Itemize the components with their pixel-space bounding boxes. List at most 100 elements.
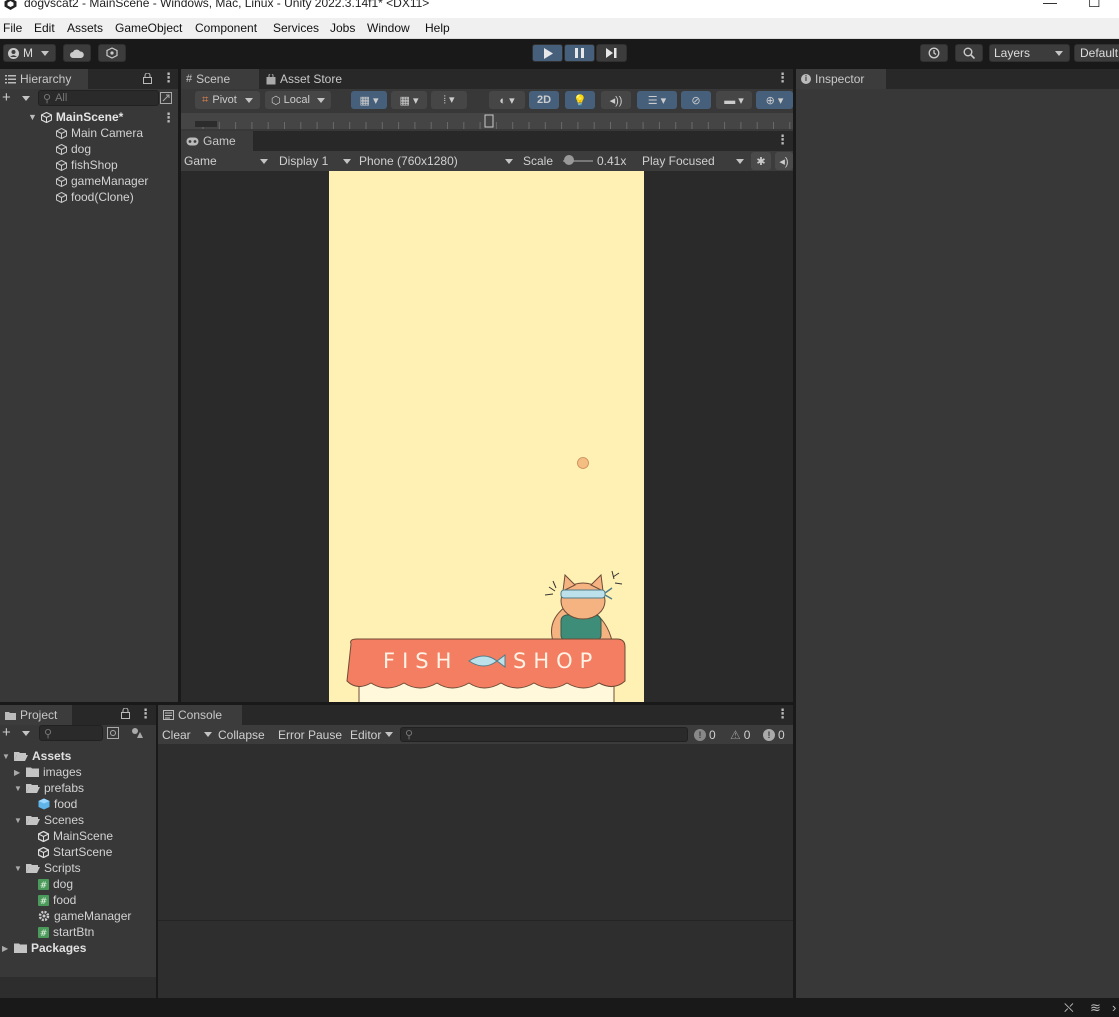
project-tree-item[interactable]: MainScene [26, 828, 113, 844]
pause-button[interactable] [564, 44, 595, 62]
scale-slider-thumb[interactable] [564, 155, 574, 165]
tab-inspector[interactable]: i Inspector [796, 69, 886, 89]
tab-hierarchy[interactable]: Hierarchy [0, 69, 88, 89]
pivot-dropdown[interactable]: ⌗ Pivot [195, 91, 260, 109]
project-tree-item[interactable]: ▼ Scripts [14, 860, 81, 876]
hierarchy-search-input[interactable]: ⚲ All [38, 90, 159, 106]
gizmos-button[interactable]: ⊕ ▾ [756, 91, 793, 109]
audio-button[interactable]: ◂)) [601, 91, 631, 109]
minimize-button[interactable]: — [1043, 0, 1057, 10]
warning-filter-toggle[interactable]: ⚠ 0 [730, 725, 750, 744]
local-dropdown[interactable]: ⬡ Local [265, 91, 331, 109]
project-tree-item[interactable]: ▼ Scenes [14, 812, 84, 828]
menu-gameobject[interactable]: GameObject [115, 21, 182, 35]
hierarchy-menu-icon[interactable]: ⋮ [162, 71, 175, 84]
info-filter-toggle[interactable]: ! 0 [694, 725, 716, 744]
debug-mode-icon[interactable]: ⛌ [1064, 1000, 1074, 1016]
chevron-down-icon[interactable]: ▼ [2, 752, 10, 761]
progress-icon[interactable]: › [1112, 1000, 1116, 1015]
lighting-button[interactable]: 💡 [565, 91, 595, 109]
step-button[interactable] [596, 44, 627, 62]
collapse-toggle[interactable]: Collapse [218, 725, 265, 744]
draw-mode-button[interactable]: ◐ ▾ [489, 91, 525, 109]
game-menu-icon[interactable]: ⋮ [776, 133, 789, 146]
error-filter-toggle[interactable]: ! 0 [763, 725, 785, 744]
project-tree-item[interactable]: ▼ prefabs [14, 780, 84, 796]
chevron-right-icon[interactable]: ▶ [14, 768, 22, 777]
scene-menu-icon[interactable]: ⋮ [776, 71, 789, 84]
menu-file[interactable]: File [3, 21, 22, 35]
2d-mode-button[interactable]: 2D [529, 91, 559, 109]
collab-button[interactable] [98, 44, 126, 62]
hierarchy-item[interactable]: dog [56, 141, 91, 157]
hidden-objects-button[interactable]: ⊘ [681, 91, 711, 109]
hierarchy-scene-row[interactable]: ▼ MainScene* [4, 109, 123, 125]
project-tree-item[interactable]: # dog [26, 876, 73, 892]
menu-assets[interactable]: Assets [67, 21, 103, 35]
hierarchy-item[interactable]: food(Clone) [56, 189, 134, 205]
maximize-button[interactable]: ☐ [1088, 0, 1101, 11]
account-dropdown[interactable]: M [3, 44, 56, 62]
scene-visibility-icon[interactable] [160, 92, 172, 104]
chevron-down-icon[interactable]: ▼ [14, 784, 22, 793]
project-tree-item[interactable]: gameManager [26, 908, 131, 924]
project-search-input[interactable]: ⚲ [39, 725, 103, 741]
console-detail-divider[interactable] [158, 920, 793, 921]
mute-audio-button[interactable]: ◂) [775, 152, 793, 170]
project-tree-item[interactable]: food [26, 796, 77, 812]
play-mode-dropdown[interactable]: Play Focused [642, 152, 744, 170]
chevron-down-icon[interactable] [22, 731, 30, 736]
history-button[interactable] [920, 44, 948, 62]
chevron-down-icon[interactable] [22, 96, 30, 101]
add-icon[interactable]: + [2, 89, 11, 106]
grid-visibility-button[interactable]: ▦ ▾ [391, 91, 427, 109]
project-tree-item[interactable]: ▶ Packages [2, 940, 86, 956]
filter-type-icon[interactable] [107, 727, 119, 739]
project-tree-item[interactable]: StartScene [26, 844, 112, 860]
project-tree-item[interactable]: ▼ Assets [2, 748, 71, 764]
tab-scene[interactable]: # Scene [181, 69, 259, 89]
chevron-down-icon[interactable]: ▼ [14, 864, 22, 873]
hierarchy-item[interactable]: Main Camera [56, 125, 143, 141]
tab-game[interactable]: Game [181, 131, 253, 151]
layers-dropdown[interactable]: Layers [989, 44, 1070, 62]
tab-project[interactable]: Project [0, 705, 72, 725]
tab-console[interactable]: Console [158, 705, 242, 725]
console-menu-icon[interactable]: ⋮ [776, 707, 789, 720]
lock-icon[interactable] [121, 708, 130, 719]
game-view-dropdown[interactable]: Game [184, 152, 268, 170]
grid-snap-button[interactable]: ▦ ▾ [351, 91, 387, 109]
game-canvas[interactable]: FISH SHOP [329, 171, 644, 702]
error-pause-toggle[interactable]: Error Pause [278, 725, 342, 744]
project-menu-icon[interactable]: ⋮ [139, 707, 152, 720]
search-button[interactable] [955, 44, 983, 62]
filter-label-icon[interactable] [131, 727, 144, 739]
hierarchy-item[interactable]: gameManager [56, 173, 148, 189]
clear-button[interactable]: Clear [162, 725, 212, 744]
layout-dropdown[interactable]: Default [1074, 44, 1119, 62]
cache-server-icon[interactable]: ≋ [1090, 1000, 1101, 1016]
editor-dropdown[interactable]: Editor [350, 725, 394, 744]
chevron-right-icon[interactable]: ▶ [2, 944, 10, 953]
stats-button[interactable]: ✱ [751, 152, 771, 170]
scene-menu-icon[interactable]: ⋮ [162, 111, 175, 124]
display-dropdown[interactable]: Display 1 [279, 152, 351, 170]
cloud-button[interactable] [63, 44, 91, 62]
hierarchy-item[interactable]: fishShop [56, 157, 118, 173]
menu-window[interactable]: Window [367, 21, 410, 35]
resolution-dropdown[interactable]: Phone (760x1280) [359, 152, 513, 170]
project-tree-item[interactable]: # startBtn [26, 924, 94, 940]
chevron-down-icon[interactable]: ▼ [14, 816, 22, 825]
lock-icon[interactable] [143, 73, 152, 84]
project-tree-item[interactable]: # food [26, 892, 76, 908]
camera-button[interactable]: ▬ ▾ [716, 91, 752, 109]
menu-help[interactable]: Help [425, 21, 450, 35]
play-button[interactable] [532, 44, 563, 62]
project-tree-item[interactable]: ▶ images [14, 764, 82, 780]
effects-button[interactable]: ☰ ▾ [637, 91, 677, 109]
add-icon[interactable]: + [2, 724, 11, 741]
increment-snap-button[interactable]: ⦙ ▾ [431, 91, 467, 109]
menu-edit[interactable]: Edit [34, 21, 55, 35]
scene-timeline-ruler[interactable] [181, 113, 793, 129]
menu-component[interactable]: Component [195, 21, 257, 35]
